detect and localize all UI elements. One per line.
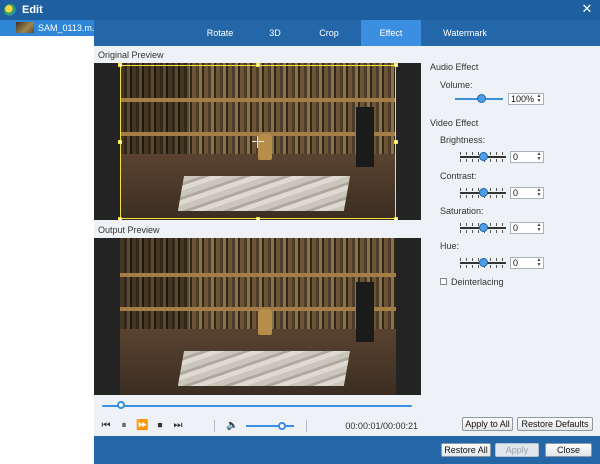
- contrast-label: Contrast:: [440, 171, 477, 181]
- original-preview-label: Original Preview: [98, 50, 164, 60]
- close-button[interactable]: Close: [545, 443, 592, 457]
- crop-handle[interactable]: [256, 217, 260, 220]
- contrast-value: 0: [513, 188, 519, 198]
- video-frame: [120, 238, 396, 395]
- volume-spinbox[interactable]: 100% ▲ ▼: [508, 93, 544, 105]
- saturation-label: Saturation:: [440, 206, 484, 216]
- skip-previous-icon[interactable]: ⏮: [100, 420, 112, 432]
- brightness-spinbox[interactable]: 0 ▲ ▼: [510, 151, 544, 163]
- spin-arrows-icon[interactable]: ▲ ▼: [536, 152, 542, 162]
- progress-track: [102, 405, 412, 407]
- original-preview-video: [94, 63, 421, 220]
- playback-progress-slider[interactable]: [102, 401, 412, 411]
- divider: [306, 420, 307, 432]
- title-bar: Edit ✕: [0, 0, 600, 20]
- stop-icon[interactable]: ⏹: [154, 420, 166, 432]
- slider-thumb[interactable]: [479, 188, 488, 197]
- pause-icon[interactable]: ⏸: [118, 420, 130, 432]
- volume-thumb[interactable]: [278, 422, 286, 430]
- crosshair-icon: [252, 136, 264, 148]
- progress-thumb[interactable]: [116, 401, 125, 409]
- audio-effect-heading: Audio Effect: [430, 62, 479, 72]
- slider-thumb[interactable]: [479, 152, 488, 161]
- volume-label: Volume:: [440, 80, 473, 90]
- spin-arrows-icon[interactable]: ▲ ▼: [536, 94, 542, 104]
- hue-slider[interactable]: [460, 258, 506, 268]
- brightness-slider[interactable]: [460, 152, 506, 162]
- hue-spinbox[interactable]: 0 ▲ ▼: [510, 257, 544, 269]
- spin-arrows-icon[interactable]: ▲ ▼: [536, 258, 542, 268]
- saturation-spinbox[interactable]: 0 ▲ ▼: [510, 222, 544, 234]
- crop-handle[interactable]: [256, 63, 260, 67]
- hue-label: Hue:: [440, 241, 460, 251]
- deinterlacing-checkbox[interactable]: [440, 278, 447, 285]
- tab-watermark[interactable]: Watermark: [424, 20, 506, 46]
- saturation-value: 0: [513, 223, 519, 233]
- file-name: SAM_0113.m...: [38, 23, 100, 33]
- volume-value: 100%: [511, 94, 535, 104]
- app-logo-icon: [4, 4, 16, 16]
- crop-handle[interactable]: [118, 140, 122, 144]
- tab-rotate[interactable]: Rotate: [190, 20, 250, 46]
- video-effect-heading: Video Effect: [430, 118, 479, 128]
- playback-controls: ⏮ ⏸ ⏩ ⏹ ⏭ 🔈 00:00:01/00:00:21: [98, 420, 418, 434]
- video-thumbnail: [16, 22, 34, 33]
- spin-arrows-icon[interactable]: ▲ ▼: [536, 188, 542, 198]
- skip-next-icon[interactable]: ⏭: [172, 420, 184, 432]
- fast-forward-icon[interactable]: ⏩: [136, 420, 148, 432]
- contrast-spinbox[interactable]: 0 ▲ ▼: [510, 187, 544, 199]
- hue-value: 0: [513, 258, 519, 268]
- file-list: SAM_0113.m...: [0, 20, 99, 464]
- output-preview-video: [94, 238, 421, 395]
- volume-slider[interactable]: [246, 420, 294, 432]
- saturation-slider[interactable]: [460, 223, 506, 233]
- volume-effect-slider[interactable]: [455, 94, 503, 104]
- restore-defaults-button[interactable]: Restore Defaults: [517, 417, 593, 431]
- main-panel: Original Preview Output Preview ⏮ ⏸ ⏩ ⏹ …: [94, 46, 600, 436]
- brightness-label: Brightness:: [440, 135, 486, 145]
- crop-handle[interactable]: [394, 140, 398, 144]
- crop-handle[interactable]: [394, 63, 398, 67]
- window-title: Edit: [22, 4, 43, 16]
- tab-3d[interactable]: 3D: [250, 20, 300, 46]
- contrast-slider[interactable]: [460, 188, 506, 198]
- output-preview-label: Output Preview: [98, 225, 160, 235]
- apply-to-all-button[interactable]: Apply to All: [462, 417, 513, 431]
- apply-button[interactable]: Apply: [495, 443, 539, 457]
- spin-arrows-icon[interactable]: ▲ ▼: [536, 223, 542, 233]
- tab-effect[interactable]: Effect: [361, 20, 421, 46]
- timecode: 00:00:01/00:00:21: [345, 421, 418, 431]
- slider-thumb[interactable]: [479, 223, 488, 232]
- crop-handle[interactable]: [118, 63, 122, 67]
- brightness-value: 0: [513, 152, 519, 162]
- crop-handle[interactable]: [394, 217, 398, 220]
- tab-bar: Rotate 3D Crop Effect Watermark: [94, 20, 600, 46]
- volume-track: [246, 425, 294, 427]
- speaker-icon[interactable]: 🔈: [226, 420, 238, 432]
- effect-settings-panel: Audio Effect Volume: 100% ▲ ▼ Video Effec…: [424, 46, 600, 436]
- divider: [214, 420, 215, 432]
- restore-all-button[interactable]: Restore All: [441, 443, 491, 457]
- footer-bar: Restore All Apply Close: [94, 436, 600, 464]
- crop-handle[interactable]: [118, 217, 122, 220]
- deinterlacing-label: Deinterlacing: [451, 277, 504, 287]
- slider-thumb[interactable]: [479, 258, 488, 267]
- slider-thumb[interactable]: [477, 94, 487, 103]
- tab-crop[interactable]: Crop: [300, 20, 358, 46]
- close-icon[interactable]: ✕: [580, 2, 594, 16]
- file-list-item[interactable]: SAM_0113.m...: [0, 20, 99, 36]
